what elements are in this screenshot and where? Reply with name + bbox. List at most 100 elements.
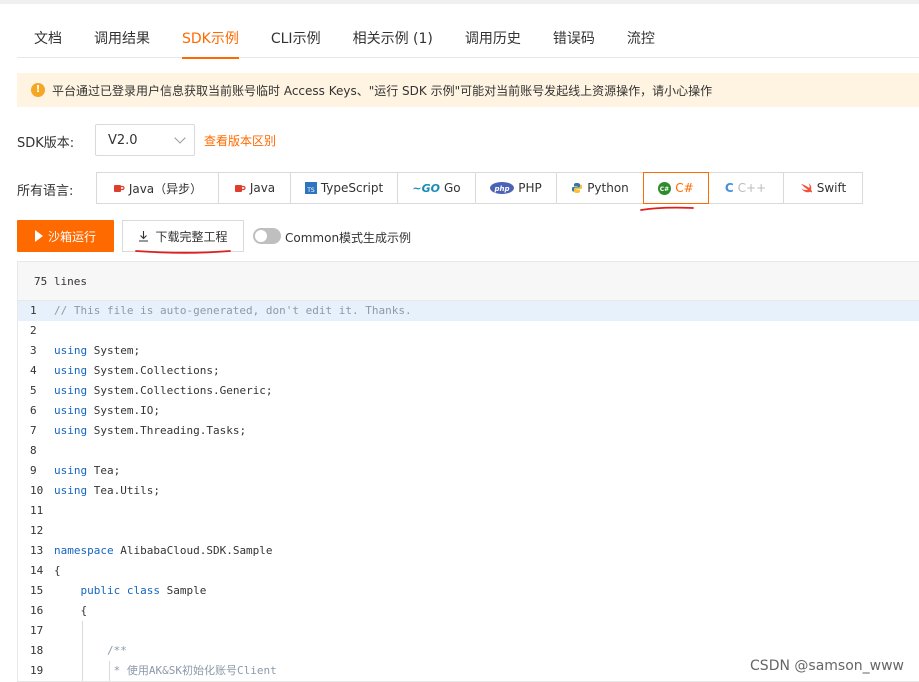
tab-cli-example[interactable]: CLI示例 [255,22,337,58]
indent-guide [82,621,84,681]
code-keyword: class [126,584,160,597]
lang-swift[interactable]: Swift [784,173,862,203]
lang-typescript[interactable]: TS TypeScript [291,173,398,203]
svg-text:C#: C# [660,186,669,193]
line-number: 1 [30,304,37,317]
common-mode-toggle[interactable] [253,228,281,244]
code-line: 7 using System.Threading.Tasks; [18,421,919,441]
warning-notice: ! 平台通过已登录用户信息获取当前账号临时 Access Keys、"运行 SD… [17,73,919,107]
code-text: /** [54,641,127,661]
line-number: 4 [30,364,37,377]
line-number: 9 [30,464,37,477]
code-line: 9 using Tea; [18,461,919,481]
line-number: 19 [30,664,44,677]
code-token: Sample [160,584,207,597]
play-icon [34,230,43,242]
top-divider [0,0,919,4]
code-text: using Tea.Utils; [54,481,160,501]
code-line: 8 [18,441,919,461]
lang-php[interactable]: php PHP [476,173,557,203]
version-diff-link[interactable]: 查看版本区别 [204,132,276,149]
tab-sdk-example[interactable]: SDK示例 [166,22,255,59]
code-text: * 使用AK&SK初始化账号Client [54,661,277,681]
code-line: 6 using System.IO; [18,401,919,421]
go-icon: ~GO [412,181,440,195]
code-text: using System.IO; [54,401,160,421]
code-keyword: using [54,344,88,357]
code-body: 1 // This file is auto-generated, don't e… [18,301,919,681]
svg-text:TS: TS [306,187,315,194]
code-text: using System; [54,341,140,361]
code-token: Tea.Utils; [87,484,160,497]
tab-related-examples[interactable]: 相关示例 (1) [337,22,449,58]
code-text: using System.Threading.Tasks; [54,421,246,441]
lang-label: TypeScript [320,181,384,195]
php-icon: php [490,182,515,194]
code-token: System.Collections; [87,364,220,377]
lang-label: Java（异步） [128,181,203,196]
code-line: 11 [18,501,919,521]
line-number: 5 [30,384,37,397]
warning-icon: ! [31,83,45,97]
code-token: AlibabaCloud.SDK.Sample [113,544,273,557]
code-line: 17 [18,621,919,641]
lang-cpp[interactable]: C C++ [708,173,784,203]
lang-label: C++ [737,181,767,195]
tab-call-result[interactable]: 调用结果 [78,22,166,58]
lang-go[interactable]: ~GO Go [398,173,476,203]
sdk-version-select[interactable]: V2.0 [95,124,195,156]
code-keyword: namespace [54,544,114,557]
code-text: namespace AlibabaCloud.SDK.Sample [54,541,273,561]
lang-java-async[interactable]: Java（异步） [97,173,219,203]
line-number: 18 [30,644,44,657]
cpp-icon: C [724,181,734,195]
sdk-version-value: V2.0 [108,132,138,148]
code-viewer[interactable]: 75 lines 1 // This file is auto-generated… [17,261,919,682]
code-token: System.IO; [87,404,160,417]
tab-error-codes[interactable]: 错误码 [537,22,611,58]
lang-label: C# [675,181,694,195]
code-token: { [54,604,88,617]
sandbox-run-label: 沙箱运行 [47,229,96,244]
tab-call-history[interactable]: 调用历史 [449,22,537,58]
code-keyword: using [54,464,88,477]
line-number: 16 [30,604,44,617]
line-number: 13 [30,544,44,557]
code-keyword: using [54,404,88,417]
code-token: { [54,564,61,577]
code-line-count: 75 lines [18,262,919,301]
code-keyword: public [80,584,121,597]
lang-java[interactable]: Java [219,173,291,203]
code-line: 10 using Tea.Utils; [18,481,919,501]
swift-icon [800,182,813,194]
line-number: 11 [30,504,44,517]
lang-python[interactable]: Python [557,173,644,203]
common-mode-label: Common模式生成示例 [285,231,412,245]
code-text: public class Sample [54,581,207,601]
sandbox-run-button[interactable]: 沙箱运行 [17,220,114,252]
download-icon [138,230,149,242]
svg-text:php: php [494,185,510,193]
lang-label: Go [443,181,461,195]
tab-docs[interactable]: 文档 [17,22,78,58]
tab-flow-control[interactable]: 流控 [611,22,671,58]
code-text: { [54,601,87,621]
lang-label: Swift [816,181,847,195]
line-number: 15 [30,584,44,597]
lang-csharp[interactable]: C# C# [643,172,709,204]
download-project-button[interactable]: 下载完整工程 [122,220,244,252]
code-text: { [54,561,61,581]
code-line: 12 [18,521,919,541]
code-comment: * 使用AK&SK初始化账号Client [113,664,277,677]
code-line: 1 // This file is auto-generated, don't e… [18,301,919,321]
sdk-version-label: SDK版本: [17,136,75,151]
languages-label: 所有语言: [17,184,74,199]
code-keyword: using [54,424,88,437]
download-project-label: 下载完整工程 [155,229,228,244]
annotation-underline-csharp [640,206,694,211]
java-cup-icon [113,182,125,194]
code-text: using Tea; [54,461,120,481]
